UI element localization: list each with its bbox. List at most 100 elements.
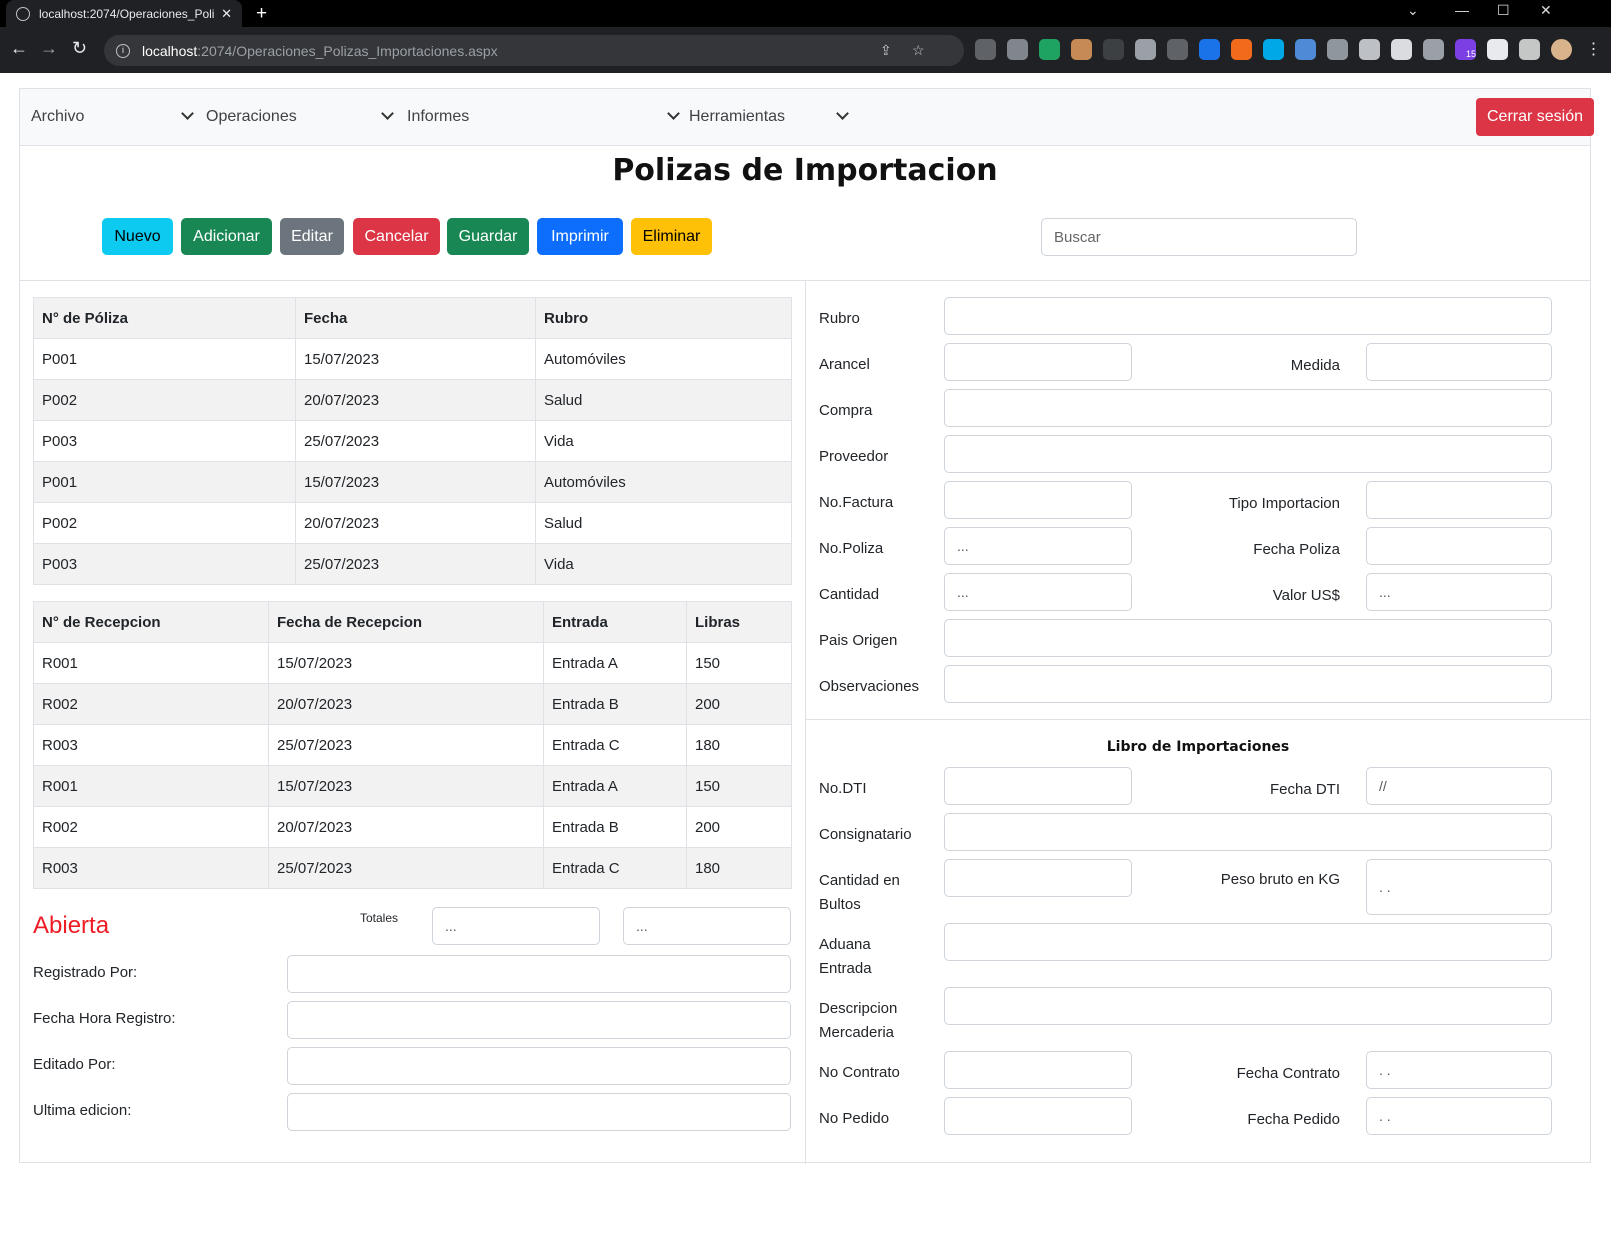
extension-icon[interactable]	[1007, 39, 1028, 60]
no-factura-field[interactable]	[944, 481, 1132, 519]
table-row[interactable]: P003 25/07/2023 Vida	[33, 543, 792, 585]
extension-icon[interactable]	[975, 39, 996, 60]
extension-icon[interactable]	[1199, 39, 1220, 60]
back-icon[interactable]: ←	[10, 38, 28, 59]
fecha-hora-registro-field[interactable]	[287, 1001, 791, 1039]
table-row[interactable]: R002 20/07/2023 Entrada B 200	[33, 806, 792, 848]
url-bar[interactable]: i localhost:2074/Operaciones_Polizas_Imp…	[104, 35, 964, 66]
bookmark-star-icon[interactable]: ☆	[912, 42, 925, 59]
cantidad-bultos-field[interactable]	[944, 859, 1132, 897]
eliminar-button[interactable]: Eliminar	[631, 218, 712, 255]
side-panel-icon[interactable]	[1519, 39, 1540, 60]
extension-badge-icon[interactable]: 15	[1455, 39, 1476, 60]
nuevo-button[interactable]: Nuevo	[102, 218, 173, 255]
fecha-dti-field[interactable]: //	[1366, 767, 1552, 805]
no-dti-field[interactable]	[944, 767, 1132, 805]
extension-icon[interactable]	[1263, 39, 1284, 60]
peso-bruto-label: Peso bruto en KG	[1220, 871, 1340, 888]
imprimir-button[interactable]: Imprimir	[537, 218, 623, 255]
aduana-entrada-field[interactable]	[944, 923, 1552, 961]
registrado-por-field[interactable]	[287, 955, 791, 993]
extension-icon[interactable]	[1391, 39, 1412, 60]
editar-button[interactable]: Editar	[280, 218, 344, 255]
reload-icon[interactable]: ↻	[72, 38, 87, 59]
no-contrato-field[interactable]	[944, 1051, 1132, 1089]
close-window-icon[interactable]: ✕	[1540, 2, 1552, 19]
table-row[interactable]: P003 25/07/2023 Vida	[33, 420, 792, 462]
table-cell: P002	[33, 379, 296, 421]
site-info-icon[interactable]: i	[116, 43, 130, 58]
table-cell: Automóviles	[535, 461, 792, 503]
table-row[interactable]: R001 15/07/2023 Entrada A 150	[33, 765, 792, 807]
pais-origen-field[interactable]	[944, 619, 1552, 657]
menu-label: Operaciones	[206, 108, 297, 125]
table-row[interactable]: R003 25/07/2023 Entrada C 180	[33, 847, 792, 889]
fecha-contrato-field[interactable]: . .	[1366, 1051, 1552, 1089]
table-cell: 180	[686, 724, 792, 766]
ultima-edicion-field[interactable]	[287, 1093, 791, 1131]
puzzle-icon[interactable]	[1487, 39, 1508, 60]
profile-avatar[interactable]	[1551, 39, 1572, 60]
menu-informes[interactable]: Informes	[407, 89, 697, 145]
descripcion-mercaderia-field[interactable]	[944, 987, 1552, 1025]
extension-icon[interactable]	[1135, 39, 1156, 60]
extension-icon[interactable]	[1103, 39, 1124, 60]
table-row[interactable]: R002 20/07/2023 Entrada B 200	[33, 683, 792, 725]
menu-herramientas[interactable]: Herramientas	[689, 89, 879, 145]
forward-icon[interactable]: →	[40, 38, 58, 59]
table-cell: 15/07/2023	[295, 338, 536, 380]
logout-button[interactable]: Cerrar sesión	[1476, 98, 1594, 136]
table-row[interactable]: P001 15/07/2023 Automóviles	[33, 338, 792, 380]
table-row[interactable]: P002 20/07/2023 Salud	[33, 379, 792, 421]
new-tab-icon[interactable]: +	[256, 3, 267, 25]
proveedor-field[interactable]	[944, 435, 1552, 473]
adicionar-button[interactable]: Adicionar	[181, 218, 272, 255]
tab-search-icon[interactable]: ⌄	[1407, 2, 1419, 19]
extension-icon[interactable]	[1359, 39, 1380, 60]
extension-icon[interactable]	[1167, 39, 1188, 60]
table-row[interactable]: R001 15/07/2023 Entrada A 150	[33, 642, 792, 684]
extension-icon[interactable]	[1231, 39, 1252, 60]
maximize-icon[interactable]: ☐	[1497, 2, 1510, 19]
browser-tab[interactable]: localhost:2074/Operaciones_Poli: ✕	[6, 0, 242, 27]
compra-field[interactable]	[944, 389, 1552, 427]
table-header-row: N° de Recepcion Fecha de Recepcion Entra…	[33, 601, 792, 643]
table-cell: Entrada C	[543, 724, 687, 766]
consignatario-field[interactable]	[944, 813, 1552, 851]
share-icon[interactable]: ⇪	[880, 42, 892, 59]
extension-icon[interactable]	[1423, 39, 1444, 60]
guardar-button[interactable]: Guardar	[447, 218, 529, 255]
table-row[interactable]: R003 25/07/2023 Entrada C 180	[33, 724, 792, 766]
rubro-field[interactable]	[944, 297, 1552, 335]
arancel-field[interactable]	[944, 343, 1132, 381]
medida-field[interactable]	[1366, 343, 1552, 381]
extension-icon[interactable]	[1327, 39, 1348, 60]
total-field-1[interactable]: ...	[432, 907, 600, 945]
valor-usd-field[interactable]: ...	[1366, 573, 1552, 611]
menu-operaciones[interactable]: Operaciones	[206, 89, 406, 145]
menu-archivo[interactable]: Archivo	[31, 89, 201, 145]
editado-por-label: Editado Por:	[33, 1056, 116, 1073]
table-row[interactable]: P001 15/07/2023 Automóviles	[33, 461, 792, 503]
cantidad-field[interactable]: ...	[944, 573, 1132, 611]
fecha-poliza-field[interactable]	[1366, 527, 1552, 565]
close-tab-icon[interactable]: ✕	[221, 6, 232, 22]
tipo-importacion-field[interactable]	[1366, 481, 1552, 519]
no-pedido-field[interactable]	[944, 1097, 1132, 1135]
no-poliza-field[interactable]: ...	[944, 527, 1132, 565]
observaciones-field[interactable]	[944, 665, 1552, 703]
peso-bruto-field[interactable]: . .	[1366, 859, 1552, 915]
fecha-contrato-label: Fecha Contrato	[1236, 1065, 1340, 1082]
extension-icon[interactable]	[1039, 39, 1060, 60]
table-cell: Entrada C	[543, 847, 687, 889]
table-row[interactable]: P002 20/07/2023 Salud	[33, 502, 792, 544]
kebab-menu-icon[interactable]: ⋮	[1583, 39, 1604, 60]
search-input[interactable]: Buscar	[1041, 218, 1357, 256]
fecha-pedido-field[interactable]: . .	[1366, 1097, 1552, 1135]
minimize-icon[interactable]: —	[1455, 2, 1469, 18]
extension-icon[interactable]	[1071, 39, 1092, 60]
editado-por-field[interactable]	[287, 1047, 791, 1085]
extension-icon[interactable]	[1295, 39, 1316, 60]
cancelar-button[interactable]: Cancelar	[353, 218, 440, 255]
total-field-2[interactable]: ...	[623, 907, 791, 945]
